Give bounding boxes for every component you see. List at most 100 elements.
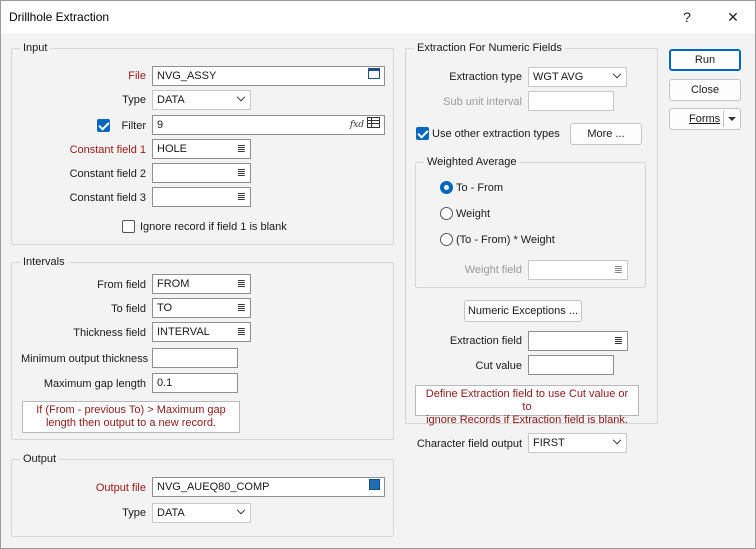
cut-value-input[interactable] xyxy=(528,355,614,375)
interval-note-line-1: If (From - previous To) > Maximum gap xyxy=(36,404,226,416)
run-button[interactable]: Run xyxy=(669,49,741,71)
extraction-field[interactable]: ≣ xyxy=(528,331,628,351)
output-type-value: DATA xyxy=(157,507,185,519)
extraction-type-label: Extraction type xyxy=(449,71,522,83)
radio-weight-label: Weight xyxy=(456,208,491,220)
chevron-down-icon xyxy=(236,92,246,102)
input-type-select[interactable]: DATA xyxy=(152,90,251,110)
chevron-down-icon xyxy=(236,505,246,515)
char-field-output-value: FIRST xyxy=(533,437,565,449)
close-window-button[interactable]: ✕ xyxy=(721,7,745,27)
numeric-exceptions-button[interactable]: Numeric Exceptions ... xyxy=(464,300,582,322)
from-field[interactable]: FROM ≣ xyxy=(152,274,251,294)
list-icon[interactable]: ≣ xyxy=(237,275,246,293)
sub-unit-input[interactable] xyxy=(528,91,614,111)
ignore-blank-checkbox[interactable] xyxy=(122,220,135,233)
char-field-output-label: Character field output xyxy=(416,438,522,450)
numeric-note-line-2: ignore Records if Extraction field is bl… xyxy=(426,414,628,426)
max-gap-label: Maximum gap length xyxy=(43,378,146,390)
use-other-checkbox[interactable] xyxy=(416,127,429,140)
list-icon[interactable]: ≣ xyxy=(237,140,246,158)
window-title: Drillhole Extraction xyxy=(9,10,110,24)
constant-field-3[interactable]: ≣ xyxy=(152,187,251,207)
radio-to-from-label: To - From xyxy=(456,182,504,194)
filter-field[interactable]: 9 fxd xyxy=(152,115,385,135)
to-field-value: TO xyxy=(157,302,173,314)
interval-note: If (From - previous To) > Maximum gap le… xyxy=(22,401,240,433)
input-file-value: NVG_ASSY xyxy=(157,70,217,82)
filter-value: 9 xyxy=(157,119,164,131)
max-gap-value: 0.1 xyxy=(157,377,173,389)
dialog-window: Drillhole Extraction ? ✕ Input File NVG_… xyxy=(0,0,756,549)
thickness-field-value: INTERVAL xyxy=(157,326,210,338)
from-field-label: From field xyxy=(97,279,146,291)
radio-to-from-weight-label: (To - From) * Weight xyxy=(456,234,555,246)
constant-field-1[interactable]: HOLE ≣ xyxy=(152,139,251,159)
help-button[interactable]: ? xyxy=(675,7,699,27)
forms-button[interactable]: Forms xyxy=(669,108,741,130)
extraction-type-value: WGT AVG xyxy=(533,71,584,83)
output-file-field[interactable]: NVG_AUEQ80_COMP xyxy=(152,477,385,497)
input-file-label: File xyxy=(128,70,146,82)
char-field-output-select[interactable]: FIRST xyxy=(528,433,627,453)
list-icon[interactable]: ≣ xyxy=(237,188,246,206)
input-file-field[interactable]: NVG_ASSY xyxy=(152,66,385,86)
use-other-label: Use other extraction types xyxy=(432,128,560,140)
expression-icon[interactable]: fxd xyxy=(350,116,364,134)
filter-label: Filter xyxy=(121,120,146,132)
output-file-value: NVG_AUEQ80_COMP xyxy=(157,481,270,493)
weighted-average-title: Weighted Average xyxy=(424,156,520,169)
list-icon[interactable]: ≣ xyxy=(237,323,246,341)
filter-checkbox[interactable] xyxy=(97,119,110,132)
forms-dropdown-icon[interactable] xyxy=(728,117,736,121)
to-field[interactable]: TO ≣ xyxy=(152,298,251,318)
constant-field-1-value: HOLE xyxy=(157,143,187,155)
extraction-field-label: Extraction field xyxy=(449,335,522,347)
intervals-group-title: Intervals xyxy=(20,256,68,269)
constant-field-3-label: Constant field 3 xyxy=(69,192,146,204)
input-type-value: DATA xyxy=(157,94,185,106)
title-bar: Drillhole Extraction ? ✕ xyxy=(1,1,755,33)
radio-weight[interactable] xyxy=(440,207,453,220)
thickness-field[interactable]: INTERVAL ≣ xyxy=(152,322,251,342)
sub-unit-label: Sub unit interval xyxy=(443,96,522,108)
chevron-down-icon xyxy=(612,69,622,79)
list-icon[interactable]: ≣ xyxy=(614,332,623,350)
thickness-field-label: Thickness field xyxy=(73,327,146,339)
to-field-label: To field xyxy=(111,303,146,315)
output-group: Output xyxy=(11,453,394,537)
output-group-title: Output xyxy=(20,453,60,466)
forms-divider xyxy=(723,111,724,127)
list-icon[interactable]: ≣ xyxy=(614,261,623,279)
table-icon[interactable] xyxy=(367,116,380,134)
browse-file-icon[interactable] xyxy=(368,67,380,85)
input-type-label: Type xyxy=(122,94,146,106)
close-button[interactable]: Close xyxy=(669,79,741,101)
ignore-blank-label: Ignore record if field 1 is blank xyxy=(140,221,287,233)
output-type-select[interactable]: DATA xyxy=(152,503,251,523)
forms-label: Forms xyxy=(689,113,721,125)
output-type-label: Type xyxy=(122,507,146,519)
numeric-group-title: Extraction For Numeric Fields xyxy=(414,42,565,55)
list-icon[interactable]: ≣ xyxy=(237,299,246,317)
numeric-note: Define Extraction field to use Cut value… xyxy=(415,385,639,426)
weight-field-label: Weight field xyxy=(464,264,522,276)
radio-to-from-weight[interactable] xyxy=(440,233,453,246)
interval-note-line-2: length then output to a new record. xyxy=(45,417,216,429)
radio-to-from[interactable] xyxy=(440,181,453,194)
from-field-value: FROM xyxy=(157,278,190,290)
output-file-label: Output file xyxy=(95,482,146,494)
max-gap-input[interactable]: 0.1 xyxy=(152,373,238,393)
constant-field-2-label: Constant field 2 xyxy=(69,168,146,180)
more-button[interactable]: More ... xyxy=(570,123,642,145)
browse-output-icon[interactable] xyxy=(369,478,380,496)
min-thickness-input[interactable] xyxy=(152,348,238,368)
constant-field-2[interactable]: ≣ xyxy=(152,163,251,183)
min-thickness-label: Minimum output thickness xyxy=(21,353,149,365)
numeric-note-line-1: Define Extraction field to use Cut value… xyxy=(425,388,629,413)
extraction-type-select[interactable]: WGT AVG xyxy=(528,67,627,87)
weight-field[interactable]: ≣ xyxy=(528,260,628,280)
constant-field-1-label: Constant field 1 xyxy=(69,144,146,156)
cut-value-label: Cut value xyxy=(475,360,522,372)
list-icon[interactable]: ≣ xyxy=(237,164,246,182)
